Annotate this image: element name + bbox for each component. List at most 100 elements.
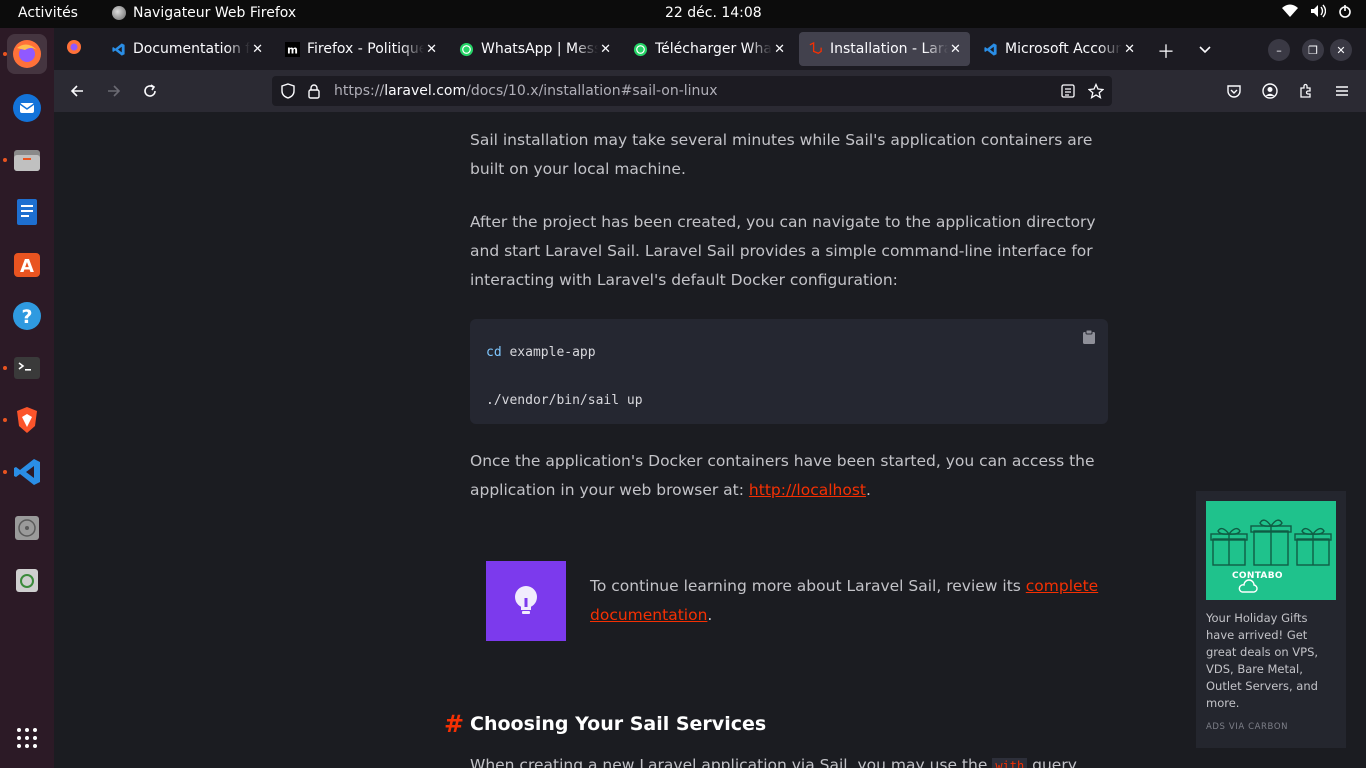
running-indicator — [3, 52, 7, 56]
tab-title: Télécharger WhatsApp — [655, 41, 772, 57]
bookmark-star-icon[interactable] — [1088, 83, 1104, 99]
close-icon[interactable]: ✕ — [600, 42, 614, 57]
paragraph-start-sail: After the project has been created, you … — [470, 213, 1096, 289]
maximize-button[interactable]: ❐ — [1302, 39, 1324, 61]
writer-icon[interactable] — [7, 192, 47, 232]
pocket-icon — [1227, 85, 1241, 98]
close-icon[interactable]: ✕ — [426, 42, 440, 57]
ad-text[interactable]: Your Holiday Gifts have arrived! Get gre… — [1206, 610, 1336, 712]
tab-title: WhatsApp | Messagerie — [481, 41, 599, 57]
url-host: laravel.com — [384, 83, 467, 99]
vscode-icon — [110, 41, 126, 57]
clock[interactable]: 22 déc. 14:08 — [665, 5, 762, 21]
code-block: cd example-app ./vendor/bin/sail up — [470, 319, 1108, 424]
power-icon — [1339, 5, 1351, 18]
tab-microsoft-account[interactable]: Microsoft Account ✕ — [974, 32, 1138, 66]
close-icon[interactable]: ✕ — [774, 42, 788, 57]
close-icon[interactable]: ✕ — [252, 42, 266, 57]
app-menu[interactable]: Navigateur Web Firefox — [112, 5, 296, 21]
section-anchor-link[interactable]: # — [444, 710, 464, 738]
vscode-icon[interactable] — [7, 452, 47, 492]
tab-title: Installation - Laravel — [830, 41, 948, 57]
tab-title: Documentation for Visual Studio Code — [133, 41, 251, 57]
back-button[interactable] — [66, 80, 88, 102]
running-indicator — [3, 158, 7, 162]
callout-sentence: . — [707, 606, 713, 624]
url-bar[interactable]: https://laravel.com/docs/10.x/installati… — [272, 76, 1112, 106]
trash-icon[interactable] — [7, 560, 47, 600]
help-icon[interactable]: ? — [7, 296, 47, 336]
ad-image[interactable] — [1206, 501, 1336, 600]
firefox-icon[interactable] — [7, 34, 47, 74]
app-center-icon[interactable]: A — [7, 244, 47, 284]
paragraph-text: . — [865, 481, 871, 499]
back-arrow-icon — [70, 85, 83, 97]
ads-via-carbon-link[interactable]: ADS VIA CARBON — [1206, 722, 1288, 732]
app-grid-icon[interactable] — [7, 718, 47, 758]
tab-whatsapp[interactable]: WhatsApp | Messagerie ✕ — [450, 32, 614, 66]
system-top-bar: Activités Navigateur Web Firefox 22 déc.… — [0, 0, 1366, 28]
forward-button[interactable] — [103, 80, 125, 102]
url-scheme: https:// — [334, 83, 385, 99]
paragraph-sail-services: When creating a new Laravel application … — [470, 756, 1077, 768]
tab-laravel-installation[interactable]: Installation - Laravel ✕ — [799, 32, 970, 66]
terminal-icon[interactable] — [7, 348, 47, 388]
brave-icon[interactable] — [7, 400, 47, 440]
firefox-view-icon[interactable] — [66, 39, 82, 60]
menu-button[interactable] — [1331, 80, 1353, 102]
tab-whatsapp-download[interactable]: Télécharger WhatsApp ✕ — [624, 32, 788, 66]
account-button[interactable] — [1259, 80, 1281, 102]
disc-icon[interactable] — [7, 508, 47, 548]
thunderbird-icon[interactable] — [7, 88, 47, 128]
reload-icon — [144, 84, 156, 97]
shield-icon[interactable] — [280, 83, 296, 99]
browser-tab-bar: Documentation for Visual Studio Code ✕ m… — [54, 28, 1366, 70]
whatsapp-icon — [458, 41, 474, 57]
account-icon — [1262, 83, 1278, 99]
close-icon[interactable]: ✕ — [1124, 42, 1138, 57]
tab-title: Microsoft Account — [1005, 41, 1123, 57]
extensions-button[interactable] — [1295, 80, 1317, 102]
forward-arrow-icon — [108, 85, 121, 97]
page-content: Sail installation may take several minut… — [54, 112, 1366, 768]
new-tab-button[interactable]: ＋ — [1157, 38, 1175, 64]
callout-text: To continue learning more about Laravel … — [590, 572, 1110, 630]
pocket-button[interactable] — [1223, 80, 1245, 102]
code-text: example-app — [501, 345, 596, 360]
lightbulb-icon — [515, 586, 537, 614]
close-window-button[interactable]: ✕ — [1330, 39, 1352, 61]
localhost-link[interactable]: http://localhost — [749, 481, 866, 499]
laravel-icon — [807, 41, 823, 57]
activities-button[interactable]: Activités — [18, 5, 78, 21]
carbon-ad[interactable]: CONTABO Your Holiday Gifts have arrived!… — [1196, 491, 1346, 748]
puzzle-icon — [1300, 83, 1311, 98]
tab-vscode-docs[interactable]: Documentation for Visual Studio Code ✕ — [102, 32, 266, 66]
svg-text:A: A — [20, 256, 34, 277]
browser-nav-bar: https://laravel.com/docs/10.x/installati… — [54, 70, 1366, 112]
app-menu-label: Navigateur Web Firefox — [133, 5, 297, 21]
paragraph-text: query — [1027, 756, 1077, 768]
svg-text:m: m — [287, 44, 298, 56]
files-icon[interactable] — [7, 140, 47, 180]
ubuntu-dock: A ? — [0, 28, 54, 768]
running-indicator — [3, 470, 7, 474]
section-heading: Choosing Your Sail Services — [470, 713, 767, 735]
lock-icon[interactable] — [307, 83, 321, 99]
running-indicator — [3, 418, 7, 422]
url-path: /docs/10.x/installation#sail-on-linux — [466, 83, 718, 99]
close-icon[interactable]: ✕ — [950, 42, 964, 57]
list-tabs-button[interactable] — [1198, 40, 1212, 61]
url-text[interactable]: https://laravel.com/docs/10.x/installati… — [334, 83, 718, 99]
clipboard-icon[interactable] — [1082, 329, 1096, 345]
volume-icon — [1311, 4, 1326, 18]
whatsapp-icon — [632, 41, 648, 57]
tab-firefox-policy[interactable]: m Firefox - Politique de confidentialité… — [276, 32, 440, 66]
paragraph-text: When creating a new Laravel application … — [470, 756, 993, 768]
reader-view-icon[interactable] — [1060, 83, 1076, 99]
gift-boxes-icon — [1210, 519, 1332, 593]
svg-text:?: ? — [21, 306, 32, 328]
reload-button[interactable] — [139, 80, 161, 102]
minimize-button[interactable]: – — [1268, 39, 1290, 61]
ad-brand: CONTABO — [1232, 571, 1283, 581]
system-tray[interactable] — [1282, 4, 1352, 18]
